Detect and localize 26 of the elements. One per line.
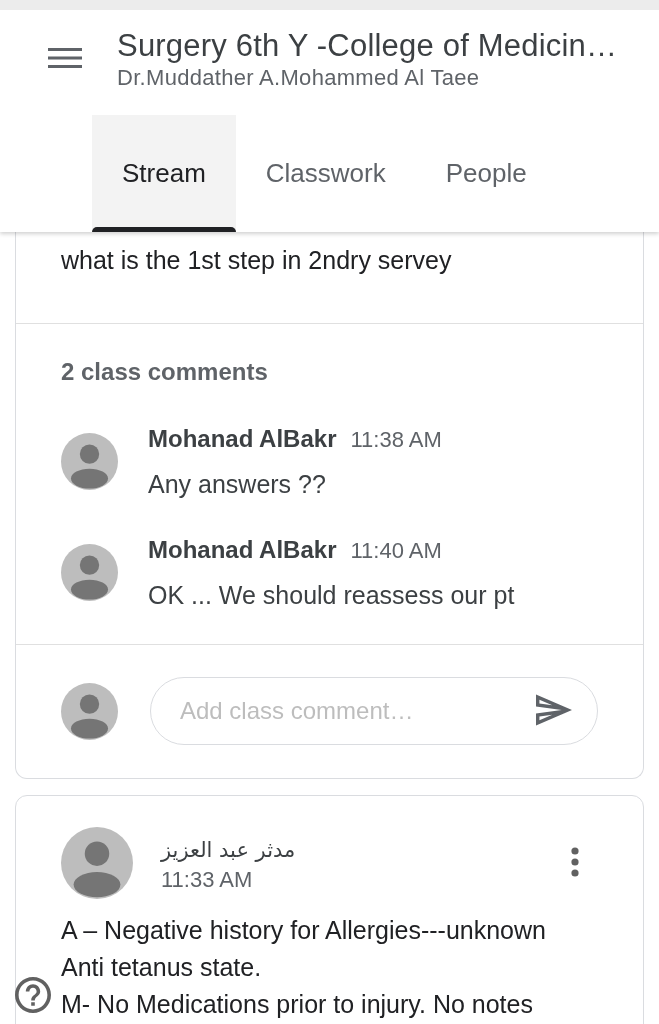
class-title: Surgery 6th Y -College of Medicin… bbox=[117, 28, 618, 64]
comment-time: 11:38 AM bbox=[350, 426, 442, 454]
comment-field[interactable]: Add class comment… bbox=[150, 677, 598, 745]
help-icon[interactable] bbox=[15, 977, 51, 1013]
post-text: what is the 1st step in 2ndry servey bbox=[60, 245, 453, 276]
comments-count: 2 class comments bbox=[61, 357, 269, 387]
comment-author: Mohanad AlBakr bbox=[148, 535, 337, 565]
send-icon[interactable] bbox=[536, 694, 572, 726]
comment-time: 11:40 AM bbox=[350, 537, 442, 565]
post-paragraph: A – Negative history for Allergies---unknown Anti tetanus state. bbox=[61, 915, 547, 983]
comment-author: Mohanad AlBakr bbox=[148, 424, 337, 454]
tab[interactable]: Stream bbox=[92, 115, 236, 232]
avatar-icon bbox=[61, 682, 118, 740]
avatar-icon bbox=[61, 827, 133, 899]
post-paragraph: M- No Medications prior to injury. No notes bbox=[61, 989, 534, 1020]
comment-text: Any answers ?? bbox=[148, 469, 327, 499]
avatar-icon bbox=[61, 433, 118, 490]
teacher-name: Dr.Muddather A.Mohammed Al Taee bbox=[117, 64, 480, 92]
post-time: 11:33 AM bbox=[161, 866, 253, 894]
more-options-icon[interactable] bbox=[570, 847, 580, 877]
tab[interactable]: People bbox=[415, 115, 557, 232]
menu-icon[interactable] bbox=[48, 48, 82, 68]
avatar-icon bbox=[61, 544, 118, 601]
comment-text: OK ... We should reassess our pt bbox=[148, 580, 515, 610]
tab[interactable]: Classwork bbox=[235, 115, 416, 232]
post-author: مدثر عبد العزيز bbox=[161, 837, 296, 864]
